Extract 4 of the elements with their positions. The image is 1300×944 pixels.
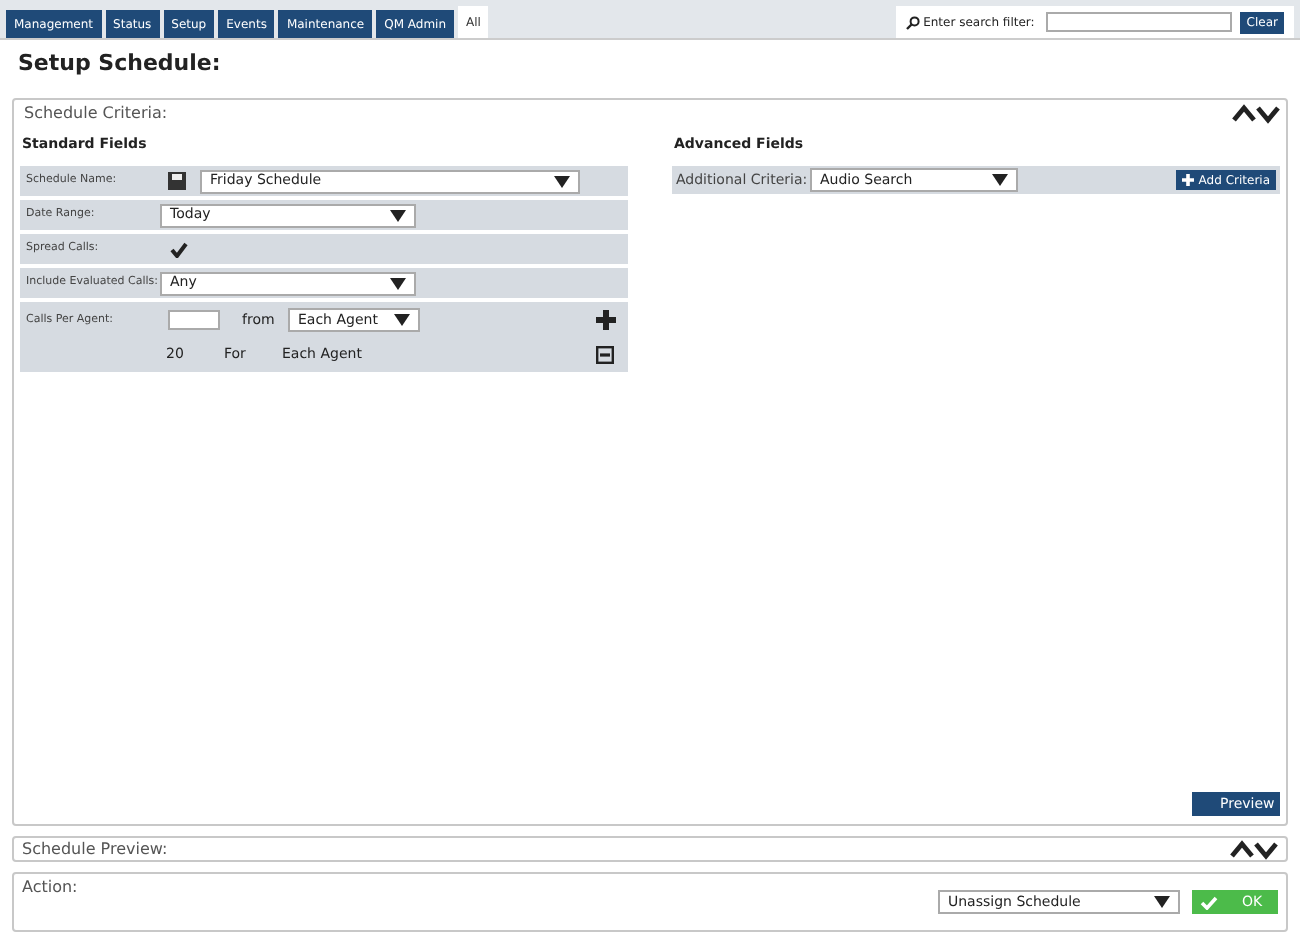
section-title: Schedule Preview: [22, 837, 168, 861]
section-title: Schedule Criteria: [24, 101, 168, 125]
section-title: Action: [22, 876, 78, 900]
page-title: Setup Schedule: [18, 48, 223, 80]
